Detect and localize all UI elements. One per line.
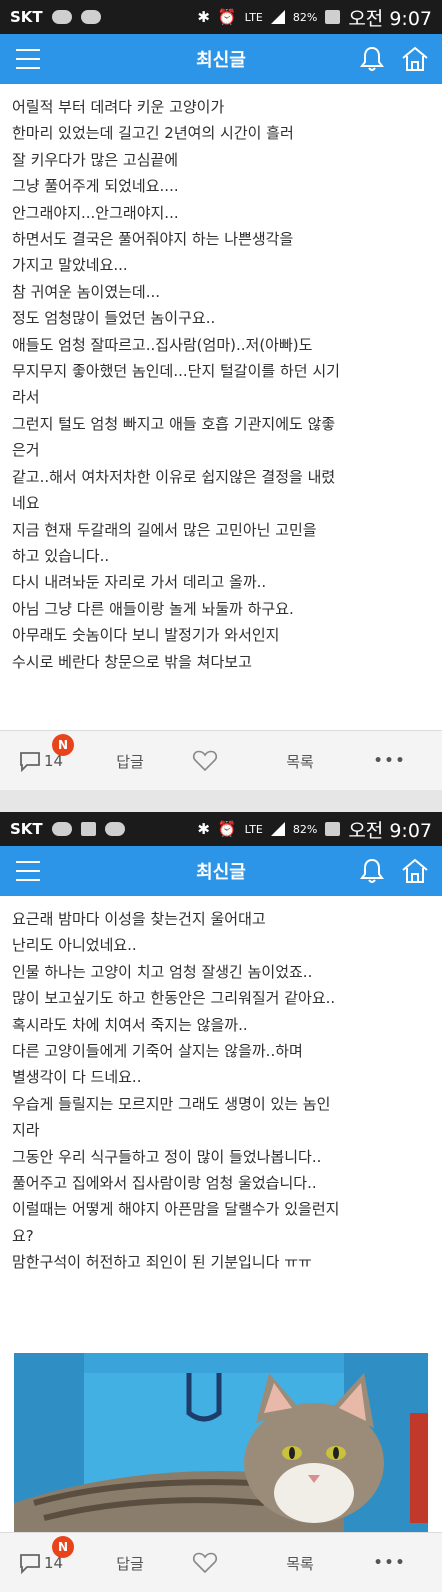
- network-label: LTE: [244, 822, 263, 836]
- battery-icon: [325, 822, 341, 836]
- heart-icon: [192, 750, 218, 772]
- post-line: 아무래도 숫놈이다 보니 발정기가 와서인지: [12, 626, 280, 645]
- post-line: 그동안 우리 식구들하고 정이 많이 들었나봅니다..: [12, 1147, 322, 1166]
- bell-icon[interactable]: [358, 857, 386, 885]
- post-line: 다시 내려놔둔 자리로 가서 데리고 올까..: [12, 573, 267, 592]
- post-line: 하고 있습니다..: [12, 546, 110, 565]
- like-button[interactable]: [160, 1551, 250, 1575]
- post-line: 은거: [12, 441, 40, 460]
- home-icon[interactable]: [400, 45, 430, 73]
- post-line: 수시로 베란다 창문으로 밖을 쳐다보고: [12, 652, 252, 671]
- new-badge: N: [52, 734, 74, 756]
- battery-icon: [325, 10, 341, 24]
- post-body: 요근래 밤마다 이성을 찾는건지 울어대고 난리도 아니었네요.. 인물 하나는…: [0, 896, 442, 1276]
- status-bar: SKT ✱ ⏰ LTE 82% 오전 9:07: [0, 812, 442, 846]
- post-line: 잘 키우다가 많은 고심끝에: [12, 150, 179, 169]
- more-icon[interactable]: •••: [350, 1555, 430, 1571]
- screenshot-1: SKT ✱ ⏰ LTE 82% 오전 9:07 최신글 어릴적 부터 데려다 키…: [0, 0, 442, 790]
- post-line: 어릴적 부터 데려다 키운 고양이가: [12, 98, 225, 116]
- talk-icon: [51, 822, 72, 836]
- new-badge: N: [52, 1536, 74, 1558]
- alarm-icon: ⏰: [217, 820, 237, 838]
- battery-label: 82%: [292, 822, 318, 836]
- post-line: 애들도 엄청 잘따르고..집사람(엄마)..저(아빠)도: [12, 335, 313, 354]
- post-line: 이럴때는 어떻게 해야지 아픈맘을 달랠수가 있을런지: [12, 1200, 340, 1219]
- post-line: 그냥 풀어주게 되었네요....: [12, 177, 179, 196]
- menu-icon[interactable]: [16, 861, 40, 881]
- heart-icon: [192, 1552, 218, 1574]
- signal-icon: [270, 10, 285, 24]
- list-button[interactable]: 목록: [250, 1553, 350, 1574]
- post-line: 맘한구석이 허전하고 죄인이 된 기분입니다 ㅠㅠ: [12, 1253, 312, 1272]
- home-icon[interactable]: [400, 857, 430, 885]
- post-line: 요근래 밤마다 이성을 찾는건지 울어대고: [12, 910, 266, 928]
- post-line: 지금 현재 두갈래의 길에서 많은 고민아닌 고민을: [12, 520, 317, 539]
- header-bar: 최신글: [0, 846, 442, 896]
- post-line: 아님 그냥 다른 애들이랑 놀게 놔둘까 하구요.: [12, 599, 294, 618]
- reply-button[interactable]: 답글: [100, 1553, 160, 1574]
- comment-button[interactable]: 14 N: [0, 734, 100, 772]
- list-button[interactable]: 목록: [250, 751, 350, 772]
- post-line: 안그래야지...안그래야지...: [12, 203, 179, 222]
- post-line: 정도 엄청많이 들었던 놈이구요..: [12, 309, 216, 328]
- status-bar: SKT ✱ ⏰ LTE 82% 오전 9:07: [0, 0, 442, 34]
- screenshot-2: SKT ✱ ⏰ LTE 82% 오전 9:07 최신글 요근래 밤마다 이성을: [0, 812, 442, 1592]
- clock: 오전 9:07: [348, 7, 432, 30]
- bottom-action-bar: 14 N 답글 목록 •••: [0, 730, 442, 790]
- carrier-label: SKT: [10, 820, 43, 838]
- post-line: 많이 보고싶기도 하고 한동안은 그리워질거 같아요..: [12, 989, 336, 1008]
- talk-icon: [51, 10, 72, 24]
- post-line: 라서: [12, 388, 40, 407]
- clock: 오전 9:07: [348, 819, 432, 842]
- post-line: 별생각이 다 드네요..: [12, 1068, 142, 1087]
- cat-photo: [14, 1353, 428, 1533]
- post-line: 참 귀여운 놈이였는데...: [12, 282, 161, 301]
- bottom-action-bar: 14 N 답글 목록 •••: [0, 1532, 442, 1592]
- battery-label: 82%: [292, 10, 318, 24]
- post-line: 무지무지 좋아했던 놈인데...단지 털갈이를 하던 시기: [12, 362, 340, 381]
- post-line: 다른 고양이들에게 기죽어 살지는 않을까..하며: [12, 1042, 303, 1061]
- post-line: 네요: [12, 494, 40, 513]
- post-line: 난리도 아니었네요..: [12, 936, 137, 955]
- bluetooth-icon: ✱: [197, 820, 210, 838]
- post-line: 인물 하나는 고양이 치고 엄청 잘생긴 놈이었죠..: [12, 962, 313, 981]
- notification-icon: [80, 10, 101, 24]
- post-line: 그런지 털도 엄청 빠지고 애들 호흡 기관지에도 않좋: [12, 414, 336, 433]
- post-body: 어릴적 부터 데려다 키운 고양이가 한마리 있었는데 길고긴 2년여의 시간이…: [0, 84, 442, 675]
- header-bar: 최신글: [0, 34, 442, 84]
- like-button[interactable]: [160, 749, 250, 773]
- bluetooth-icon: ✱: [197, 8, 210, 26]
- post-line: 한마리 있었는데 길고긴 2년여의 시간이 흘러: [12, 124, 294, 143]
- signal-icon: [270, 822, 285, 836]
- gallery-icon: [80, 822, 96, 836]
- menu-icon[interactable]: [16, 49, 40, 69]
- network-label: LTE: [244, 10, 263, 24]
- post-line: 지라: [12, 1121, 40, 1140]
- carrier-label: SKT: [10, 8, 43, 26]
- notification-icon: [104, 822, 125, 836]
- more-icon[interactable]: •••: [350, 753, 430, 769]
- post-line: 하면서도 결국은 풀어줘야지 하는 나쁜생각을: [12, 230, 294, 249]
- post-line: 가지고 말았네요...: [12, 256, 128, 275]
- post-line: 우습게 들릴지는 모르지만 그래도 생명이 있는 놈인: [12, 1094, 331, 1113]
- comment-icon: [20, 1554, 40, 1574]
- comment-icon: [20, 752, 40, 772]
- bell-icon[interactable]: [358, 45, 386, 73]
- comment-button[interactable]: 14 N: [0, 1536, 100, 1574]
- post-line: 같고..해서 여차저차한 이유로 쉽지않은 결정을 내렸: [12, 467, 336, 486]
- post-line: 풀어주고 집에와서 집사람이랑 엄청 울었습니다..: [12, 1174, 317, 1193]
- reply-button[interactable]: 답글: [100, 751, 160, 772]
- post-line: 요?: [12, 1226, 34, 1245]
- alarm-icon: ⏰: [217, 8, 237, 26]
- post-line: 혹시라도 차에 치여서 죽지는 않을까..: [12, 1015, 248, 1034]
